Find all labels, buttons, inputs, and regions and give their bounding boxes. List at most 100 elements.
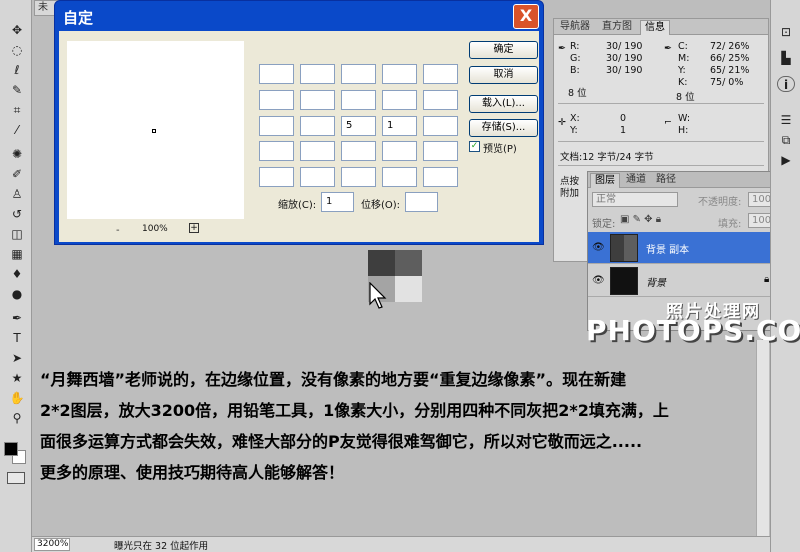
crop-tool-icon[interactable]: ⌗ xyxy=(8,102,26,118)
kernel-cell[interactable]: 1 xyxy=(382,116,417,136)
zoom-in-button[interactable]: + xyxy=(189,223,199,233)
navigator-icon[interactable]: ⊡ xyxy=(777,24,795,40)
hand-tool-icon[interactable]: ✋ xyxy=(8,390,26,406)
y-coord-label: Y: xyxy=(570,125,578,136)
cmyk-bits: 8 位 xyxy=(676,92,695,103)
layer-row-background[interactable]: 👁︎ 背景 🔒︎ xyxy=(588,265,798,297)
tab-info[interactable]: 信息 xyxy=(640,20,670,35)
note-line: “月舞西墙”老师说的，在边缘位置，没有像素的地方要“重复边缘像素”。现在新建 xyxy=(40,370,627,389)
visibility-eye-icon[interactable]: 👁︎ xyxy=(592,275,605,286)
kernel-cell[interactable] xyxy=(423,64,458,84)
actions-icon[interactable]: ▶ xyxy=(777,152,795,168)
healing-brush-tool-icon[interactable]: ✺ xyxy=(8,146,26,162)
move-tool-icon[interactable]: ✥ xyxy=(8,22,26,38)
zoom-out-button[interactable]: - xyxy=(116,225,120,236)
kernel-cell[interactable] xyxy=(259,141,294,161)
kernel-cell[interactable] xyxy=(382,64,417,84)
rgb-bits: 8 位 xyxy=(568,88,587,99)
pen-tool-icon[interactable]: ✒ xyxy=(8,310,26,326)
load-button[interactable]: 载入(L)... xyxy=(469,95,538,113)
kernel-cell[interactable] xyxy=(259,116,294,136)
kernel-cell[interactable] xyxy=(259,64,294,84)
foreground-color-swatch[interactable] xyxy=(4,442,18,456)
marquee-tool-icon[interactable]: ◌ xyxy=(8,42,26,58)
kernel-cell[interactable] xyxy=(423,167,458,187)
dodge-tool-icon[interactable]: ● xyxy=(8,286,26,302)
zoom-tool-icon[interactable]: ⚲ xyxy=(8,410,26,426)
cancel-button[interactable]: 取消 xyxy=(469,66,538,84)
g-value: 30/ 190 xyxy=(606,53,643,64)
r-value: 30/ 190 xyxy=(606,41,643,52)
visibility-eye-icon[interactable]: 👁︎ xyxy=(592,242,605,253)
vertical-scrollbar[interactable] xyxy=(756,340,769,536)
tab-layers[interactable]: 图层 xyxy=(590,173,620,188)
kernel-cell[interactable] xyxy=(300,116,335,136)
m-value: 66/ 25% xyxy=(710,53,750,64)
preview-checkbox[interactable]: ✓ xyxy=(469,141,480,152)
gradient-tool-icon[interactable]: ▦ xyxy=(8,246,26,262)
history-icon[interactable]: ⧉ xyxy=(777,132,795,148)
layer-row-background-copy[interactable]: 👁︎ 背景 副本 xyxy=(588,232,798,264)
info-icon[interactable]: i xyxy=(777,76,795,92)
h-label: H: xyxy=(678,125,689,136)
kernel-cell[interactable] xyxy=(341,90,376,110)
crosshair-icon: ✛ xyxy=(558,117,566,128)
quick-select-tool-icon[interactable]: ✎ xyxy=(8,82,26,98)
c-label: C: xyxy=(678,41,688,52)
quick-mask-button[interactable] xyxy=(7,472,25,484)
kernel-cell[interactable] xyxy=(300,64,335,84)
y-value: 65/ 21% xyxy=(710,65,750,76)
m-label: M: xyxy=(678,53,690,64)
selection-size-icon: ⌐ xyxy=(664,117,672,128)
tab-paths[interactable]: 路径 xyxy=(652,173,680,188)
c-value: 72/ 26% xyxy=(710,41,750,52)
tool-presets-icon[interactable]: ☰ xyxy=(777,112,795,128)
fill-label: 填充: xyxy=(718,219,742,230)
path-select-tool-icon[interactable]: ➤ xyxy=(8,350,26,366)
lasso-tool-icon[interactable]: ℓ xyxy=(8,62,26,78)
shape-tool-icon[interactable]: ★ xyxy=(8,370,26,386)
preview-pixel xyxy=(152,129,156,133)
kernel-cell[interactable] xyxy=(382,141,417,161)
type-tool-icon[interactable]: T xyxy=(8,330,26,346)
kernel-cell[interactable] xyxy=(341,167,376,187)
kernel-cell[interactable] xyxy=(300,167,335,187)
kernel-cell[interactable] xyxy=(341,64,376,84)
kernel-cell[interactable] xyxy=(300,141,335,161)
kernel-cell[interactable] xyxy=(423,116,458,136)
kernel-cell[interactable] xyxy=(259,90,294,110)
brush-tool-icon[interactable]: ✐ xyxy=(8,166,26,182)
kernel-cell[interactable] xyxy=(382,90,417,110)
kernel-cell[interactable] xyxy=(382,167,417,187)
status-bar: 3200% 曝光只在 32 位起作用 xyxy=(32,536,770,552)
kernel-cell[interactable] xyxy=(300,90,335,110)
kernel-cell[interactable] xyxy=(259,167,294,187)
note-line: 面很多运算方式都会失效，难怪大部分的P友觉得很难驾御它，所以对它敬而远之....… xyxy=(40,432,643,451)
offset-input[interactable] xyxy=(405,192,438,212)
scale-input[interactable]: 1 xyxy=(321,192,354,212)
kernel-cell[interactable] xyxy=(423,90,458,110)
blend-mode-select[interactable]: 正常 xyxy=(592,192,678,207)
status-text: 曝光只在 32 位起作用 xyxy=(114,541,209,552)
history-brush-tool-icon[interactable]: ↺ xyxy=(8,206,26,222)
eyedropper-tool-icon[interactable]: ⁄ xyxy=(8,122,26,138)
w-label: W: xyxy=(678,113,691,124)
tab-channels[interactable]: 通道 xyxy=(622,173,650,188)
lock-icons[interactable]: ▣ ✎ ✥ 🔒︎ xyxy=(620,214,661,225)
k-value: 75/ 0% xyxy=(710,77,744,88)
save-button[interactable]: 存储(S)... xyxy=(469,119,538,137)
note-line: 更多的原理、使用技巧期待高人能够解答！ xyxy=(40,463,345,482)
kernel-cell[interactable]: 5 xyxy=(341,116,376,136)
clone-stamp-tool-icon[interactable]: ♙ xyxy=(8,186,26,202)
eraser-tool-icon[interactable]: ◫ xyxy=(8,226,26,242)
kernel-cell[interactable] xyxy=(341,141,376,161)
close-button[interactable]: X xyxy=(513,4,539,29)
kernel-cell[interactable] xyxy=(423,141,458,161)
zoom-level-field[interactable]: 3200% xyxy=(34,538,70,551)
ok-button[interactable]: 确定 xyxy=(469,41,538,59)
blur-tool-icon[interactable]: ♦ xyxy=(8,266,26,282)
tab-histogram[interactable]: 直方图 xyxy=(598,20,636,35)
y-label: Y: xyxy=(678,65,686,76)
histogram-icon[interactable]: ▙ xyxy=(777,50,795,66)
tab-navigator[interactable]: 导航器 xyxy=(556,20,594,35)
